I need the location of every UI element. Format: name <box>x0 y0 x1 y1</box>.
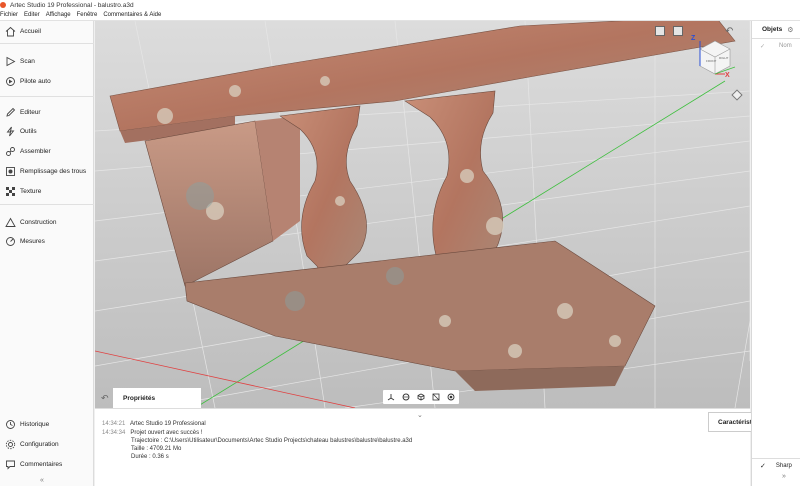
layout-icon[interactable] <box>655 26 665 36</box>
objects-footer: ✓ Sharp <box>752 458 800 472</box>
sidebar-item-label: Scan <box>20 57 35 65</box>
play-icon <box>4 55 16 67</box>
3d-viewport[interactable]: FRONT RIGHT Z X ↶ ↶ Propriétés <box>95 21 750 408</box>
sidebar-collapse-button[interactable]: « <box>40 477 44 484</box>
window-title: Artec Studio 19 Professional - balustro.… <box>10 1 134 9</box>
shading-icon[interactable] <box>447 393 455 401</box>
ruler-icon <box>4 235 16 247</box>
menu-fichier[interactable]: Fichier <box>0 12 18 18</box>
objects-panel: Objets ⚙ ✓ Nom ✓ Sharp » <box>751 21 800 486</box>
log-line: 14:34:21 Artec Studio 19 Professional <box>102 421 206 427</box>
sidebar-item-label: Mesures <box>20 237 45 245</box>
view-cube-front-label: FRONT <box>706 59 716 63</box>
check-icon[interactable]: ✓ <box>760 462 766 470</box>
sidebar-item-label: Configuration <box>20 440 59 448</box>
check-icon[interactable]: ✓ <box>760 43 765 50</box>
sidebar-divider <box>0 43 94 44</box>
sidebar-item-outils[interactable]: Outils <box>0 122 94 140</box>
gear-icon <box>4 438 16 450</box>
sidebar-item-editeur[interactable]: Editeur <box>0 103 94 121</box>
hole-fill-icon <box>4 165 16 177</box>
history-icon <box>4 418 16 430</box>
lightning-icon <box>4 125 16 137</box>
rotate-view-icon[interactable]: ↶ <box>725 26 733 37</box>
gizmo-x-label: X <box>725 72 730 79</box>
column-name-label: Nom <box>779 43 792 49</box>
triangle-icon <box>4 216 16 228</box>
menu-commentaires-aide[interactable]: Commentaires & Aide <box>103 12 161 18</box>
sidebar-item-historique[interactable]: Historique <box>0 415 94 433</box>
undo-icon[interactable]: ↶ <box>101 393 109 404</box>
menu-fenetre[interactable]: Fenêtre <box>77 12 98 18</box>
properties-panel[interactable]: Propriétés <box>113 388 201 408</box>
sidebar-item-remplissage-des-trous[interactable]: Remplissage des trous <box>0 162 94 180</box>
link-icon <box>4 145 16 157</box>
log-line: 14:34:34 Projet ouvert avec succès ! <box>102 430 203 436</box>
sidebar-item-mesures[interactable]: Mesures <box>0 232 94 250</box>
left-sidebar: Accueil Scan Pilote auto Editeur Outils … <box>0 21 94 486</box>
autopilot-icon <box>4 75 16 87</box>
log-line: Trajectoire : C:\Users\Utilisateur\Docum… <box>131 438 413 444</box>
sidebar-item-label: Accueil <box>20 27 41 35</box>
fit-view-icon[interactable] <box>673 26 683 36</box>
sidebar-item-label: Historique <box>20 420 50 428</box>
sidebar-item-label: Outils <box>20 127 37 135</box>
menu-bar: Fichier Editer Affichage Fenêtre Comment… <box>0 10 800 21</box>
app-icon <box>0 2 6 8</box>
axes-icon[interactable] <box>387 393 395 401</box>
sidebar-item-label: Texture <box>20 187 42 195</box>
log-line: Taille : 4709.21 Mo <box>131 446 182 452</box>
sidebar-item-pilote-auto[interactable]: Pilote auto <box>0 72 94 90</box>
objects-panel-header: Objets ⚙ <box>752 21 800 39</box>
view-toolbar <box>383 390 459 404</box>
scene-canvas: FRONT RIGHT Z X <box>95 21 750 408</box>
gear-icon[interactable]: ⚙ <box>787 26 793 34</box>
sphere-icon[interactable] <box>402 393 410 401</box>
sidebar-item-label: Assembler <box>20 147 51 155</box>
log-line: Durée : 0.36 s <box>131 454 169 460</box>
sidebar-item-accueil[interactable]: Accueil <box>0 22 94 40</box>
sidebar-item-commentaires[interactable]: Commentaires <box>0 455 94 473</box>
sharp-label[interactable]: Sharp <box>776 463 792 469</box>
sidebar-item-label: Pilote auto <box>20 77 51 85</box>
sidebar-divider <box>0 96 94 97</box>
menu-affichage[interactable]: Affichage <box>46 12 71 18</box>
sidebar-item-label: Commentaires <box>20 460 63 468</box>
view-cube-side-label: RIGHT <box>719 56 729 60</box>
sidebar-item-label: Construction <box>20 218 57 226</box>
sidebar-item-scan[interactable]: Scan <box>0 52 94 70</box>
menu-editer[interactable]: Editer <box>24 12 40 18</box>
expand-panel-button[interactable]: » <box>782 473 786 480</box>
home-icon <box>4 25 16 37</box>
objects-column-header: ✓ Nom <box>752 39 800 53</box>
comment-icon <box>4 458 16 470</box>
sidebar-item-label: Editeur <box>20 108 41 116</box>
pencil-icon <box>4 106 16 118</box>
sidebar-item-texture[interactable]: Texture <box>0 182 94 200</box>
objects-title: Objets <box>762 26 783 33</box>
title-bar: Artec Studio 19 Professional - balustro.… <box>0 0 800 10</box>
sidebar-item-construction[interactable]: Construction <box>0 213 94 231</box>
texture-icon <box>4 185 16 197</box>
sidebar-divider <box>0 204 94 205</box>
sidebar-item-label: Remplissage des trous <box>20 167 87 175</box>
log-console: ⌄ 14:34:21 Artec Studio 19 Professional … <box>95 408 750 486</box>
sidebar-item-configuration[interactable]: Configuration <box>0 435 94 453</box>
sidebar-item-assembler[interactable]: Assembler <box>0 142 94 160</box>
texture-view-icon[interactable] <box>432 393 440 401</box>
console-collapse-icon[interactable]: ⌄ <box>417 411 423 419</box>
properties-title: Propriétés <box>123 394 156 402</box>
gizmo-z-label: Z <box>691 35 696 42</box>
cube-icon[interactable] <box>417 393 425 401</box>
